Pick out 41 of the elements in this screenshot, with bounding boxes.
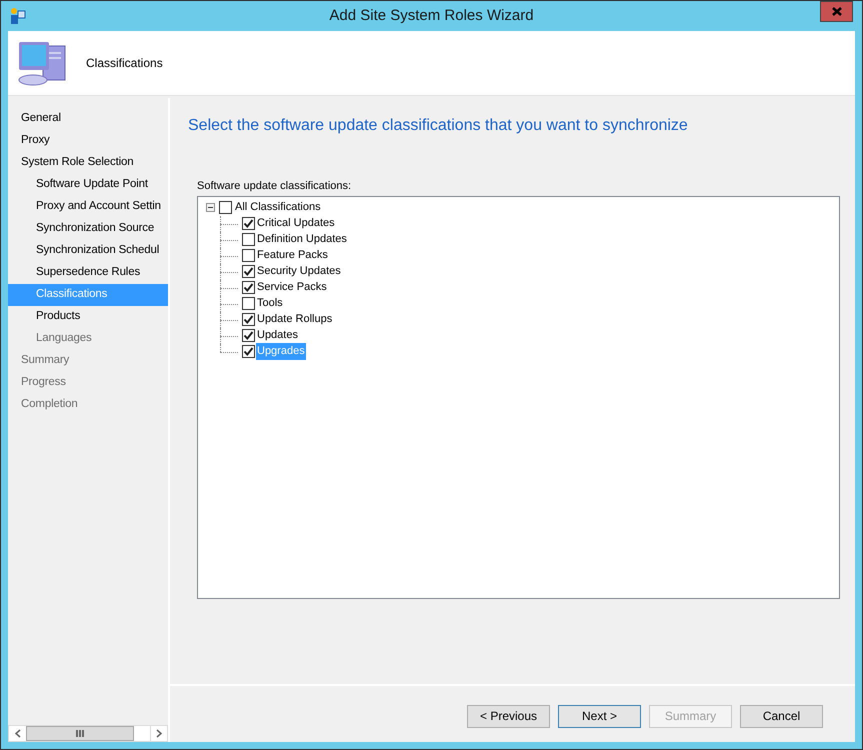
nav-item[interactable]: System Role Selection: [8, 152, 168, 174]
tree-label: Software update classifications:: [197, 179, 352, 194]
checkbox[interactable]: [242, 297, 255, 310]
page-heading: Select the software update classifications that you want to synchronize: [188, 116, 689, 136]
tree-item[interactable]: All Classifications: [234, 199, 322, 216]
tree-item[interactable]: Update Rollups: [256, 311, 334, 328]
wizard-button[interactable]: Next >: [558, 704, 641, 728]
page-title: Classifications: [86, 55, 163, 72]
tree-item[interactable]: Updates: [256, 327, 299, 344]
wizard-icon: [10, 7, 26, 25]
nav-item[interactable]: Proxy and Account Settin: [8, 196, 168, 218]
checkbox[interactable]: [242, 329, 255, 342]
tree-item[interactable]: Definition Updates: [256, 231, 348, 248]
nav-item[interactable]: General: [8, 108, 168, 130]
checkbox[interactable]: [242, 265, 255, 278]
nav-item[interactable]: Supersedence Rules: [8, 262, 168, 284]
wizard-button[interactable]: Cancel: [740, 704, 823, 728]
checkbox[interactable]: [242, 217, 255, 230]
checkbox[interactable]: [242, 233, 255, 246]
nav-item[interactable]: Synchronization Schedul: [8, 240, 168, 262]
horizontal-scrollbar[interactable]: [8, 725, 168, 742]
tree-item[interactable]: Security Updates: [256, 263, 342, 280]
tree-item[interactable]: Critical Updates: [256, 215, 336, 232]
nav-item[interactable]: Proxy: [8, 130, 168, 152]
checkbox[interactable]: [242, 249, 255, 262]
checkbox[interactable]: [219, 201, 232, 214]
nav-item[interactable]: Synchronization Source: [8, 218, 168, 240]
checkbox[interactable]: [242, 281, 255, 294]
nav-item[interactable]: Software Update Point: [8, 174, 168, 196]
tree-item[interactable]: Tools: [256, 295, 284, 312]
wizard-button[interactable]: < Previous: [467, 704, 550, 728]
checkbox[interactable]: [242, 345, 255, 358]
close-icon: [832, 7, 842, 16]
scroll-thumb[interactable]: [26, 726, 134, 741]
close-button[interactable]: [820, 1, 853, 22]
collapse-icon[interactable]: [206, 203, 215, 212]
tree-item[interactable]: Feature Packs: [256, 247, 329, 264]
checkbox[interactable]: [242, 313, 255, 326]
nav-item[interactable]: Products: [8, 306, 168, 328]
window-title: Add Site System Roles Wizard: [329, 6, 534, 26]
tree-item[interactable]: Service Packs: [256, 279, 328, 296]
